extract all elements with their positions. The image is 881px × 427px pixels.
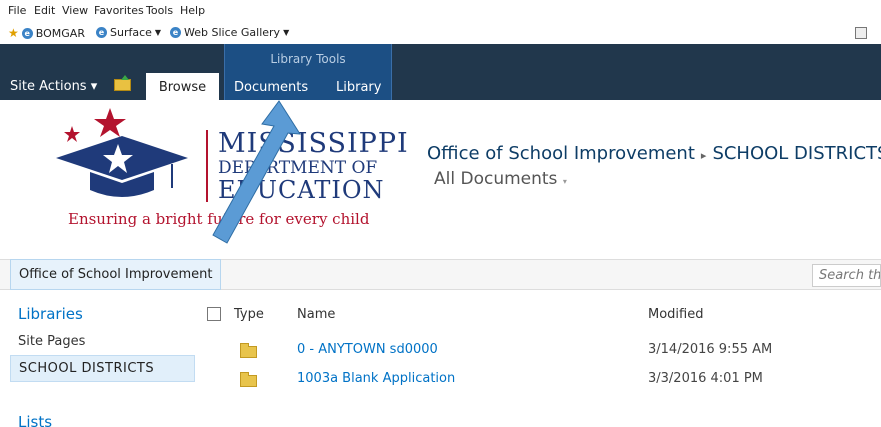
favorites-surface-label: Surface xyxy=(110,26,152,39)
select-all-checkbox[interactable] xyxy=(207,307,221,321)
folder-icon xyxy=(240,343,257,358)
site-actions-label: Site Actions xyxy=(10,79,87,94)
favorites-surface[interactable]: e Surface ▼ xyxy=(96,26,161,39)
favorites-star-icon: ★ xyxy=(8,26,19,40)
graduation-cap-star-icon xyxy=(56,108,188,197)
chevron-down-icon: ▾ xyxy=(562,177,567,186)
ie-page-icon: e xyxy=(21,27,33,39)
site-logo[interactable]: MISSISSIPPI DEPARTMENT OF EDUCATION Ensu… xyxy=(18,100,412,244)
quick-launch-item-school-districts[interactable]: SCHOOL DISTRICTS xyxy=(10,355,195,382)
menu-tools[interactable]: Tools xyxy=(146,4,173,17)
column-header-name[interactable]: Name xyxy=(297,307,335,322)
logo-line3: EDUCATION xyxy=(218,176,385,204)
row-modified: 3/14/2016 9:55 AM xyxy=(648,342,773,357)
chevron-down-icon: ▾ xyxy=(90,79,98,94)
search-input[interactable]: Search this site... xyxy=(812,264,881,287)
menu-file[interactable]: File xyxy=(8,4,26,17)
logo-divider xyxy=(206,130,208,202)
browser-menu-bar: File Edit View Favorites Tools Help xyxy=(0,0,881,22)
view-selector[interactable]: All Documents ▾ xyxy=(434,169,567,189)
menu-help[interactable]: Help xyxy=(180,4,205,17)
quick-launch-item-site-pages[interactable]: Site Pages xyxy=(18,334,85,349)
menu-view[interactable]: View xyxy=(62,4,88,17)
browser-home-icon[interactable] xyxy=(855,27,867,39)
chevron-down-icon: ▼ xyxy=(154,28,162,37)
page-title: Office of School Improvement ▸ SCHOOL DIST… xyxy=(427,143,881,164)
column-header-modified[interactable]: Modified xyxy=(648,307,703,322)
quick-launch-lists-heading[interactable]: Lists xyxy=(18,413,52,427)
row-name-link[interactable]: 1003a Blank Application xyxy=(297,371,455,386)
ribbon-bar xyxy=(0,44,881,100)
menu-favorites[interactable]: Favorites xyxy=(94,4,144,17)
favorites-bomgar-label: BOMGAR xyxy=(35,26,85,40)
row-modified: 3/3/2016 4:01 PM xyxy=(648,371,763,386)
row-name-link[interactable]: 0 - ANYTOWN sd0000 xyxy=(297,342,438,357)
quick-launch-libraries-heading[interactable]: Libraries xyxy=(18,305,83,323)
library-tools-label: Library Tools xyxy=(270,52,346,66)
view-selector-label: All Documents xyxy=(434,169,558,189)
logo-line1: MISSISSIPPI xyxy=(218,128,409,159)
navigate-up-icon[interactable] xyxy=(114,75,131,91)
favorites-bomgar[interactable]: ★ e BOMGAR xyxy=(8,26,85,40)
favorites-web-slice-gallery[interactable]: e Web Slice Gallery ▼ xyxy=(170,26,289,39)
logo-tagline: Ensuring a bright future for every child xyxy=(68,210,370,228)
ie-page-icon: e xyxy=(170,27,181,38)
site-title-link[interactable]: Office of School Improvement xyxy=(427,143,695,164)
logo-line2: DEPARTMENT OF xyxy=(218,158,378,178)
chevron-down-icon: ▼ xyxy=(283,28,290,37)
library-title-link[interactable]: SCHOOL DISTRICTS xyxy=(712,143,881,164)
menu-edit[interactable]: Edit xyxy=(34,4,55,17)
site-actions-menu[interactable]: Site Actions ▾ xyxy=(10,79,97,94)
ie-page-icon: e xyxy=(96,27,107,38)
tab-documents[interactable]: Documents xyxy=(234,80,308,95)
column-header-type[interactable]: Type xyxy=(234,307,264,322)
favorites-web-slice-label: Web Slice Gallery xyxy=(184,26,281,39)
tab-library[interactable]: Library xyxy=(336,80,381,95)
favorites-bar: ★ e BOMGAR e Surface ▼ e Web Slice Galle… xyxy=(0,22,881,44)
top-link-home[interactable]: Office of School Improvement xyxy=(10,259,222,290)
breadcrumb-arrow-icon: ▸ xyxy=(700,149,707,162)
folder-icon xyxy=(240,372,257,387)
tab-browse[interactable]: Browse xyxy=(146,73,219,100)
